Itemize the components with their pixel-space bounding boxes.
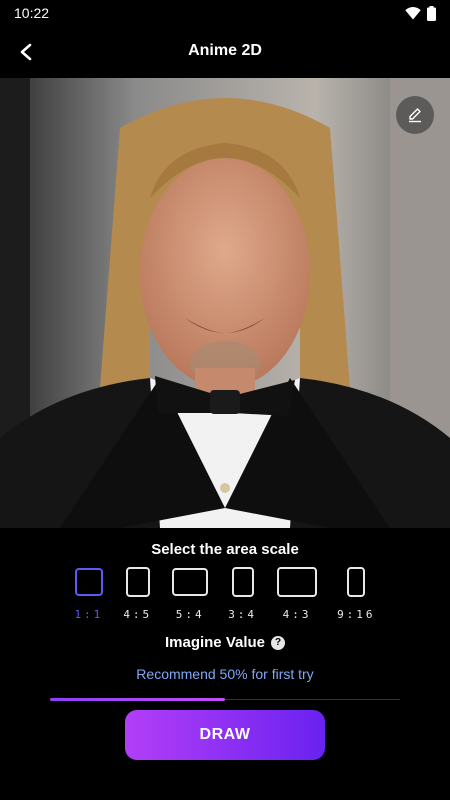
page-title: Anime 2D [188, 42, 262, 59]
back-button[interactable] [10, 36, 42, 68]
scale-shape [277, 567, 318, 597]
slider-fill [50, 698, 225, 701]
scale-shape [231, 567, 254, 597]
scale-label: 4:5 [123, 608, 153, 621]
app-bar: Anime 2D [0, 26, 450, 76]
status-time: 10:22 [14, 5, 50, 21]
scale-shape [347, 567, 366, 597]
scale-shape [172, 568, 209, 596]
imagine-heading: Imagine Value [164, 634, 266, 651]
portrait-image [0, 78, 450, 528]
wifi-icon [405, 6, 421, 19]
source-photo[interactable] [0, 78, 450, 528]
scale-label: 3:4 [228, 608, 258, 621]
scale-options: 1:1 4:5 5:4 3:4 4:3 9:16 [0, 566, 450, 621]
pencil-icon [409, 108, 421, 123]
scale-shape [74, 568, 103, 596]
scale-label: 9:16 [337, 608, 376, 621]
back-arrow-icon [20, 43, 32, 61]
scale-option-3-4[interactable]: 3:4 [228, 566, 257, 621]
battery-icon [427, 5, 436, 21]
recommend-hint: Recommend 50% for first try [136, 666, 314, 682]
status-icons [405, 5, 436, 21]
scale-option-9-16[interactable]: 9:16 [337, 566, 376, 621]
scale-shape [125, 567, 150, 597]
scale-option-5-4[interactable]: 5:4 [172, 566, 209, 621]
scale-heading: Select the area scale [151, 541, 299, 558]
scale-label: 1:1 [74, 608, 104, 621]
draw-button[interactable]: DRAW [125, 710, 325, 760]
scale-option-1-1[interactable]: 1:1 [74, 566, 103, 621]
imagine-value-slider[interactable] [50, 698, 400, 702]
edit-photo-button[interactable] [396, 96, 434, 134]
scale-option-4-3[interactable]: 4:3 [277, 566, 318, 621]
scale-label: 5:4 [175, 608, 205, 621]
help-icon[interactable]: ? [271, 635, 286, 650]
scale-option-4-5[interactable]: 4:5 [123, 566, 152, 621]
imagine-heading-row: Imagine Value ? [0, 634, 450, 651]
status-bar: 10:22 [0, 0, 450, 26]
scale-label: 4:3 [282, 608, 312, 621]
